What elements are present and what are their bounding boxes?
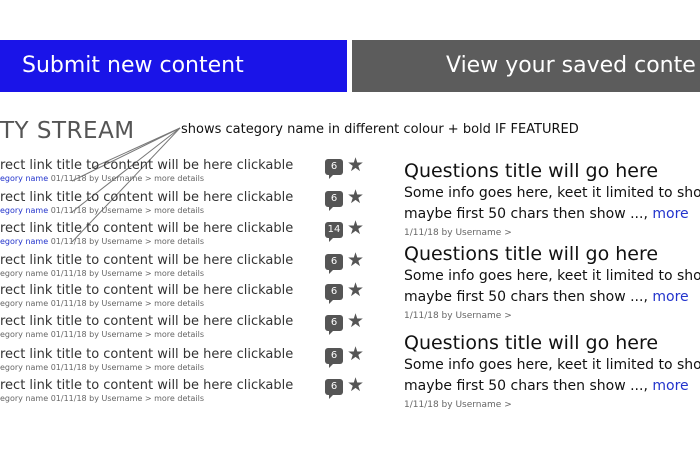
- stream-item-meta: egory name 01/11/18 by Username > more d…: [0, 299, 204, 308]
- question-excerpt-line: maybe first 50 chars then show ..., more: [404, 205, 700, 224]
- stream-item-details[interactable]: 01/11/18 by Username > more details: [48, 330, 204, 339]
- stream-item-title-link[interactable]: rect link title to content will be here …: [0, 283, 293, 298]
- star-icon[interactable]: ★: [347, 344, 364, 364]
- stream-item-meta: egory name 01/11/18 by Username > more d…: [0, 269, 204, 278]
- stream-item-title-link[interactable]: rect link title to content will be here …: [0, 378, 293, 393]
- question-meta[interactable]: 1/11/18 by Username >: [404, 311, 700, 321]
- question-meta[interactable]: 1/11/18 by Username >: [404, 400, 700, 410]
- more-link[interactable]: more: [652, 289, 688, 305]
- more-link[interactable]: more: [652, 378, 688, 394]
- star-icon[interactable]: ★: [347, 187, 364, 207]
- stream-item: rect link title to content will be here …: [0, 218, 370, 251]
- comment-count-badge: 14: [325, 222, 343, 242]
- category-name[interactable]: egory name: [0, 269, 48, 278]
- more-link[interactable]: more: [652, 206, 688, 222]
- stream-item: rect link title to content will be here …: [0, 280, 370, 313]
- stream-item-meta: egory name 01/11/18 by Username > more d…: [0, 330, 204, 339]
- category-name[interactable]: egory name: [0, 206, 48, 215]
- star-icon[interactable]: ★: [347, 155, 364, 175]
- stream-item-meta: egory name 01/11/18 by Username > more d…: [0, 237, 204, 246]
- question-excerpt-line: Some info goes here, keet it limited to …: [404, 185, 700, 201]
- comment-count-badge: 6: [325, 348, 343, 368]
- stream-item-meta: egory name 01/11/18 by Username > more d…: [0, 363, 204, 372]
- submit-button-label: Submit new content: [22, 53, 244, 78]
- question-excerpt-text: maybe first 50 chars then show ...,: [404, 206, 653, 222]
- stream-item-meta: egory name 01/11/18 by Username > more d…: [0, 206, 204, 215]
- stream-item-title-link[interactable]: rect link title to content will be here …: [0, 190, 293, 205]
- stream-item-title-link[interactable]: rect link title to content will be here …: [0, 253, 293, 268]
- question-card: Questions title will go here Some info go…: [404, 243, 700, 321]
- stream-item-title-link[interactable]: rect link title to content will be here …: [0, 221, 293, 236]
- view-saved-content-button[interactable]: View your saved conte: [352, 40, 700, 92]
- question-excerpt-text: maybe first 50 chars then show ...,: [404, 289, 653, 305]
- comment-count-badge: 6: [325, 159, 343, 179]
- annotation-note: shows category name in different colour …: [181, 122, 579, 137]
- question-excerpt-line: maybe first 50 chars then show ..., more: [404, 288, 700, 307]
- activity-stream-heading: TY STREAM: [0, 118, 135, 144]
- star-icon[interactable]: ★: [347, 311, 364, 331]
- question-card: Questions title will go here Some info go…: [404, 160, 700, 238]
- stream-item-details[interactable]: 01/11/18 by Username > more details: [48, 237, 204, 246]
- stream-item: rect link title to content will be here …: [0, 344, 370, 377]
- stream-item: rect link title to content will be here …: [0, 155, 370, 188]
- comment-count-badge: 6: [325, 191, 343, 211]
- stream-item-details[interactable]: 01/11/18 by Username > more details: [48, 174, 204, 183]
- comment-count-badge: 6: [325, 315, 343, 335]
- stream-item: rect link title to content will be here …: [0, 187, 370, 220]
- category-name[interactable]: egory name: [0, 174, 48, 183]
- stream-item-title-link[interactable]: rect link title to content will be here …: [0, 347, 293, 362]
- question-card: Questions title will go here Some info go…: [404, 332, 700, 410]
- submit-new-content-button[interactable]: Submit new content: [0, 40, 347, 92]
- category-name[interactable]: egory name: [0, 394, 48, 403]
- category-name[interactable]: egory name: [0, 330, 48, 339]
- saved-button-label: View your saved conte: [446, 53, 696, 78]
- comment-count-badge: 6: [325, 379, 343, 399]
- question-meta[interactable]: 1/11/18 by Username >: [404, 228, 700, 238]
- stream-item-title-link[interactable]: rect link title to content will be here …: [0, 158, 293, 173]
- question-excerpt-text: maybe first 50 chars then show ...,: [404, 378, 653, 394]
- question-title[interactable]: Questions title will go here: [404, 243, 700, 265]
- stream-item: rect link title to content will be here …: [0, 250, 370, 283]
- stream-item-details[interactable]: 01/11/18 by Username > more details: [48, 394, 204, 403]
- question-title[interactable]: Questions title will go here: [404, 160, 700, 182]
- question-excerpt-line: maybe first 50 chars then show ..., more: [404, 377, 700, 396]
- comment-count-badge: 6: [325, 254, 343, 274]
- stream-item-details[interactable]: 01/11/18 by Username > more details: [48, 299, 204, 308]
- stream-item: rect link title to content will be here …: [0, 375, 370, 408]
- question-excerpt-line: Some info goes here, keet it limited to …: [404, 268, 700, 284]
- star-icon[interactable]: ★: [347, 375, 364, 395]
- stream-item-title-link[interactable]: rect link title to content will be here …: [0, 314, 293, 329]
- category-name[interactable]: egory name: [0, 237, 48, 246]
- star-icon[interactable]: ★: [347, 250, 364, 270]
- question-excerpt-line: Some info goes here, keet it limited to …: [404, 357, 700, 373]
- stream-item-details[interactable]: 01/11/18 by Username > more details: [48, 363, 204, 372]
- stream-item-details[interactable]: 01/11/18 by Username > more details: [48, 206, 204, 215]
- stream-item-meta: egory name 01/11/18 by Username > more d…: [0, 174, 204, 183]
- category-name[interactable]: egory name: [0, 299, 48, 308]
- question-title[interactable]: Questions title will go here: [404, 332, 700, 354]
- star-icon[interactable]: ★: [347, 218, 364, 238]
- star-icon[interactable]: ★: [347, 280, 364, 300]
- category-name[interactable]: egory name: [0, 363, 48, 372]
- comment-count-badge: 6: [325, 284, 343, 304]
- stream-item-meta: egory name 01/11/18 by Username > more d…: [0, 394, 204, 403]
- stream-item: rect link title to content will be here …: [0, 311, 370, 344]
- stream-item-details[interactable]: 01/11/18 by Username > more details: [48, 269, 204, 278]
